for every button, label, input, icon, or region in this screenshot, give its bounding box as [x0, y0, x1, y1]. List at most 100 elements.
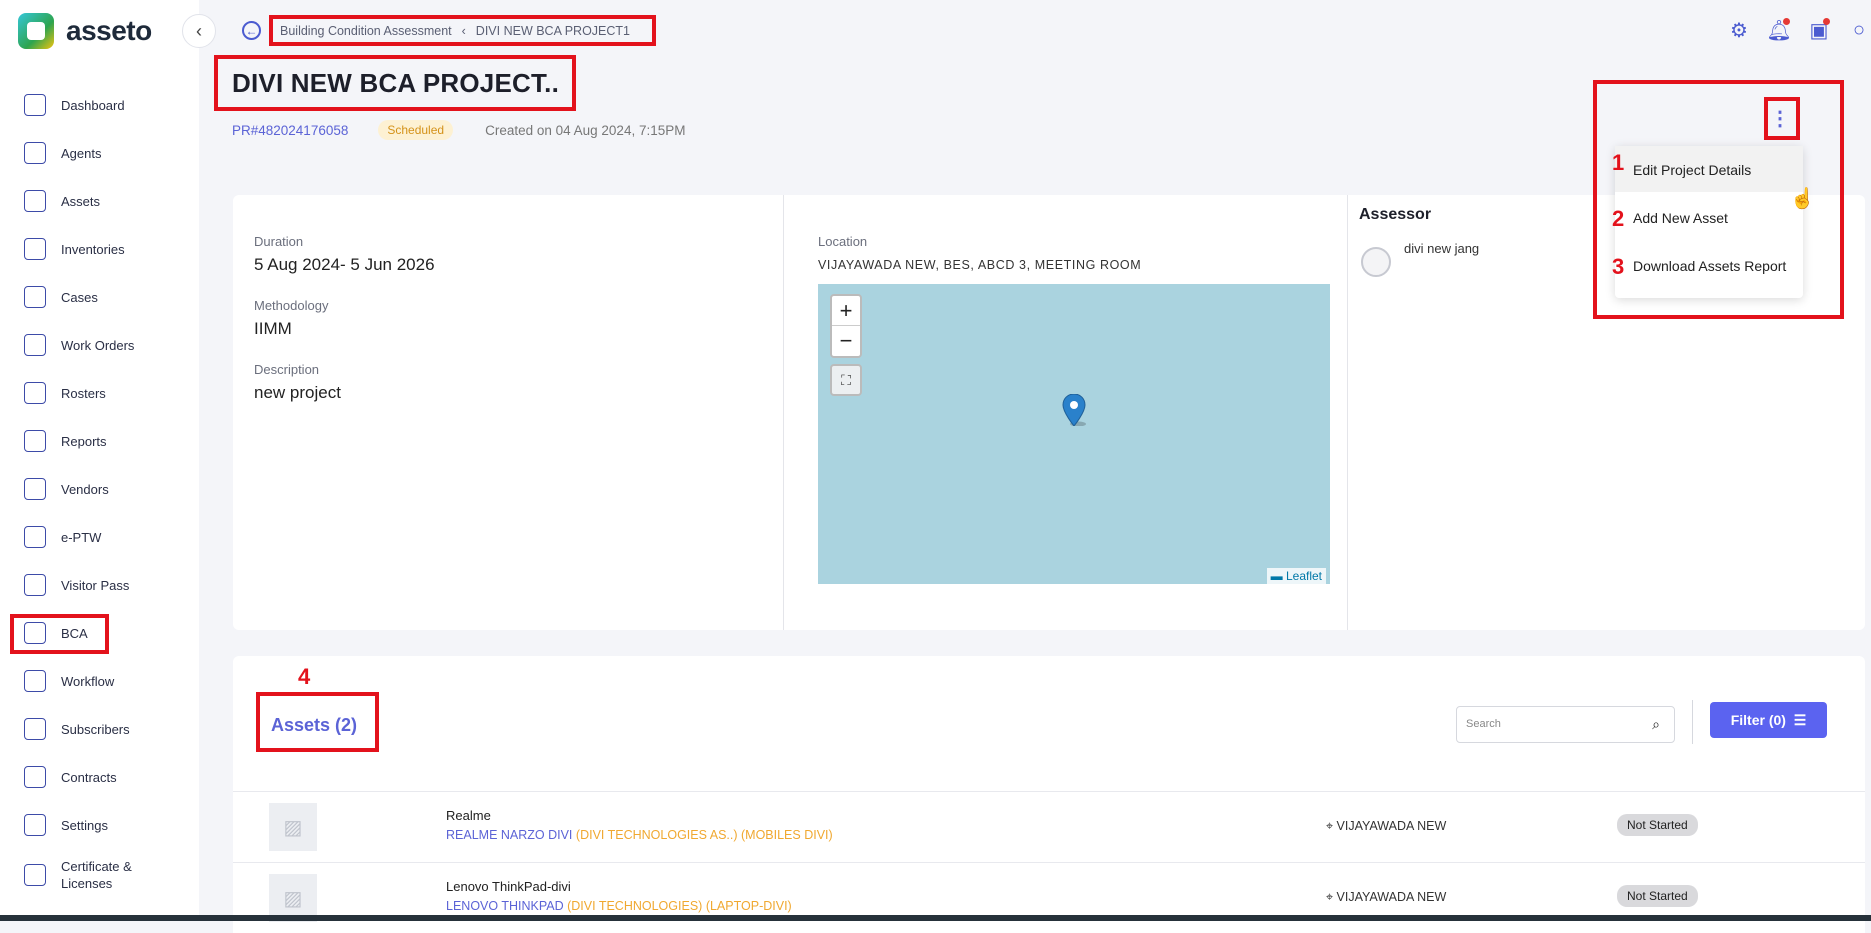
- menu-item-edit-project[interactable]: Edit Project Details: [1633, 162, 1751, 178]
- back-arrow-icon[interactable]: ←: [242, 21, 261, 40]
- table-row[interactable]: ▨ Lenovo ThinkPad-divi LENOVO THINKPAD (…: [233, 862, 1865, 933]
- avatar: [1361, 247, 1391, 277]
- asset-location: ⌖ VIJAYAWADA NEW: [1326, 819, 1446, 834]
- breadcrumb-parent[interactable]: Building Condition Assessment: [280, 24, 452, 38]
- user-icon[interactable]: ○: [1847, 18, 1871, 42]
- assets-icon: [24, 190, 46, 212]
- sidebar-item-eptw[interactable]: e-PTW: [24, 522, 101, 552]
- description-label: Description: [254, 362, 320, 377]
- status-badge: Scheduled: [378, 120, 454, 140]
- bca-icon: [24, 622, 46, 644]
- sidebar-collapse-button[interactable]: ‹: [182, 14, 216, 48]
- divider: [1692, 700, 1693, 744]
- divider: [1347, 195, 1348, 630]
- vendors-icon: [24, 478, 46, 500]
- sliders-icon[interactable]: ⚙: [1727, 18, 1751, 42]
- location-pin-icon: ⌖: [1326, 890, 1334, 904]
- description-value: new project: [254, 383, 341, 402]
- image-placeholder-icon: ▨: [269, 803, 317, 851]
- more-options-icon[interactable]: ⋮: [1770, 106, 1790, 132]
- asset-name[interactable]: Lenovo ThinkPad-divi: [446, 879, 571, 894]
- methodology-value: IIMM: [254, 319, 292, 338]
- subscribers-icon: [24, 718, 46, 740]
- breadcrumb-current: DIVI NEW BCA PROJECT1: [475, 24, 630, 38]
- chevron-left-icon: ‹: [461, 24, 466, 38]
- asset-location-label: VIJAYAWADA NEW: [1336, 890, 1447, 904]
- bell-icon[interactable]: 🔔︎: [1766, 18, 1792, 42]
- eptw-icon: [24, 526, 46, 548]
- sidebar-item-reports[interactable]: Reports: [24, 426, 107, 456]
- sidebar-item-vendors[interactable]: Vendors: [24, 474, 109, 504]
- ukraine-flag-icon: ▬: [1270, 569, 1283, 583]
- sidebar-item-subscribers[interactable]: Subscribers: [24, 714, 130, 744]
- map-attribution[interactable]: ▬ Leaflet: [1266, 568, 1326, 584]
- sidebar-item-label: Cases: [61, 289, 98, 305]
- logo[interactable]: asseto: [18, 13, 152, 49]
- search-placeholder: Search: [1466, 718, 1501, 730]
- sidebar-item-workflow[interactable]: Workflow: [24, 666, 114, 696]
- assets-tab[interactable]: Assets (2): [271, 715, 357, 736]
- sidebar-item-dashboard[interactable]: Dashboard: [24, 90, 125, 120]
- asset-vendor: (DIVI TECHNOLOGIES): [567, 899, 703, 913]
- sidebar-item-label: Inventories: [61, 241, 125, 257]
- notification-dot: [1783, 18, 1790, 25]
- sidebar-item-rosters[interactable]: Rosters: [24, 378, 106, 408]
- rosters-icon: [24, 382, 46, 404]
- sidebar-item-inventories[interactable]: Inventories: [24, 234, 125, 264]
- page-title: DIVI NEW BCA PROJECT..: [232, 68, 560, 98]
- workflow-icon: [24, 670, 46, 692]
- annotation-number: 2: [1612, 206, 1625, 231]
- menu-item-download-report[interactable]: Download Assets Report: [1633, 258, 1786, 274]
- asset-location: ⌖ VIJAYAWADA NEW: [1326, 890, 1446, 905]
- zoom-out-button[interactable]: −: [832, 326, 860, 356]
- top-icons: ⚙ 🔔︎ ▣ ○: [1711, 18, 1871, 42]
- sidebar-item-label: Work Orders: [61, 337, 135, 353]
- project-id[interactable]: PR#482024176058: [232, 123, 348, 138]
- zoom-in-button[interactable]: +: [832, 296, 860, 326]
- sidebar-item-label: Rosters: [61, 385, 106, 401]
- sidebar-item-assets[interactable]: Assets: [24, 186, 100, 216]
- search-input[interactable]: Search ⌕: [1456, 706, 1675, 743]
- annotation-number: 1: [1612, 150, 1625, 175]
- sidebar-item-work-orders[interactable]: Work Orders: [24, 330, 134, 360]
- asset-model[interactable]: REALME NARZO DIVI: [446, 828, 572, 842]
- asset-name[interactable]: Realme: [446, 808, 491, 823]
- cursor-hand-icon: ☝: [1790, 188, 1815, 210]
- fullscreen-icon[interactable]: ⛶: [830, 364, 862, 396]
- duration-label: Duration: [254, 234, 304, 249]
- asset-model[interactable]: LENOVO THINKPAD: [446, 899, 564, 913]
- annotation-number: 3: [1612, 254, 1625, 279]
- methodology-label: Methodology: [254, 298, 329, 313]
- sidebar-item-bca[interactable]: BCA: [24, 618, 88, 648]
- sidebar-item-contracts[interactable]: Contracts: [24, 762, 117, 792]
- filter-button[interactable]: Filter (0) ☰: [1710, 702, 1827, 738]
- sidebar-item-label: Settings: [61, 817, 108, 833]
- notification-dot: [1823, 18, 1830, 25]
- filter-count: (0): [1768, 712, 1786, 728]
- sidebar-item-label: Visitor Pass: [61, 577, 130, 593]
- location-map[interactable]: + − ⛶ ▬ Leaflet: [818, 284, 1330, 584]
- sidebar-item-label: Agents: [61, 145, 102, 161]
- sidebar-item-label: Assets: [61, 193, 101, 209]
- status-badge: Not Started: [1617, 885, 1698, 907]
- calendar-check-icon[interactable]: ▣: [1807, 18, 1831, 42]
- sidebar-item-visitor-pass[interactable]: Visitor Pass: [24, 570, 129, 600]
- sidebar-item-settings[interactable]: Settings: [24, 810, 108, 840]
- sidebar-item-label: e-PTW: [61, 529, 102, 545]
- zoom-control: + −: [830, 294, 862, 358]
- sidebar-item-certificates[interactable]: Certificate & Licenses: [24, 858, 141, 892]
- location-value: VIJAYAWADA NEW, BES, ABCD 3, MEETING ROO…: [818, 258, 1142, 272]
- table-row[interactable]: ▨ Realme REALME NARZO DIVI (DIVI TECHNOL…: [233, 791, 1865, 862]
- asseto-logo-icon: [18, 13, 54, 49]
- search-icon[interactable]: ⌕: [1652, 716, 1660, 733]
- app-name: asseto: [66, 15, 152, 46]
- sidebar-item-agents[interactable]: Agents: [24, 138, 101, 168]
- cases-icon: [24, 286, 46, 308]
- map-pin-icon[interactable]: [1062, 394, 1086, 426]
- status-badge: Not Started: [1617, 814, 1698, 836]
- menu-item-add-asset[interactable]: Add New Asset: [1633, 210, 1728, 226]
- duration-value: 5 Aug 2024- 5 Jun 2026: [254, 255, 435, 274]
- sidebar-item-cases[interactable]: Cases: [24, 282, 98, 312]
- sidebar: asseto Dashboard Agents Assets Inventori…: [0, 0, 199, 921]
- asset-details: REALME NARZO DIVI (DIVI TECHNOLOGIES AS.…: [446, 828, 833, 842]
